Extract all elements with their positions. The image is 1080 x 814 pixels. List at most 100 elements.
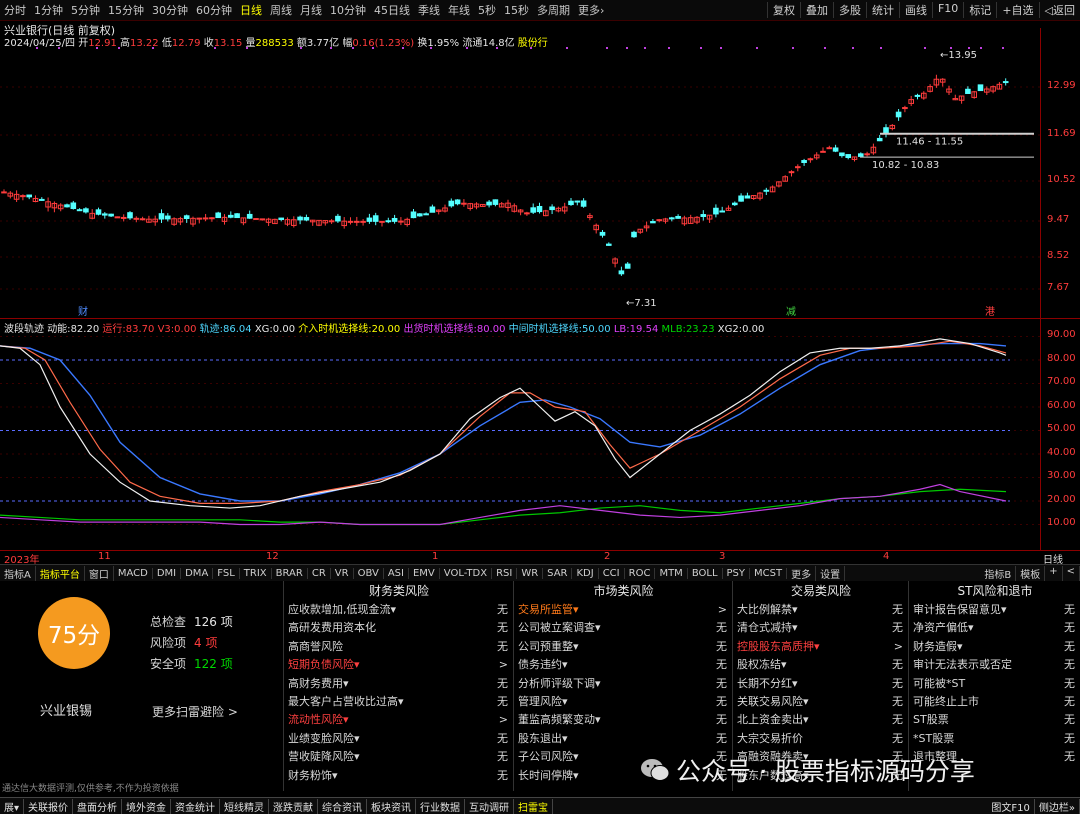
risk-row[interactable]: 管理风险▾ 无 (514, 693, 733, 711)
risk-row[interactable]: 财务造假▾ 无 (909, 638, 1080, 656)
risk-row[interactable]: 高研发费用资本化 无 (284, 619, 514, 637)
risk-row[interactable]: 董监高频繁变动▾ 无 (514, 711, 733, 729)
bottom-right-button[interactable]: 侧边栏» (1035, 798, 1080, 814)
bottom-tab[interactable]: 行业数据 (416, 798, 466, 814)
bottom-tab[interactable]: 境外资金 (122, 798, 172, 814)
indicator-tab[interactable]: FSL (213, 567, 240, 579)
bottom-tab[interactable]: 互动调研 (465, 798, 515, 814)
indicator-tab[interactable]: VR (331, 567, 354, 579)
risk-row[interactable]: 股权冻结▾ 无 (733, 656, 909, 674)
risk-row[interactable]: 大比例解禁▾ 无 (733, 601, 909, 619)
more-scan-link[interactable]: 更多扫雷避险 > (152, 703, 238, 720)
indicator-tab[interactable]: CR (308, 567, 331, 579)
tab-right-button[interactable]: + (1045, 565, 1063, 581)
risk-row[interactable]: 净资产偏低▾ 无 (909, 619, 1080, 637)
risk-row[interactable]: 应收款增加,低现金流▾ 无 (284, 601, 514, 619)
indicator-tab[interactable]: PSY (723, 567, 751, 579)
period-tab[interactable]: 更多› (574, 2, 608, 18)
risk-row[interactable]: 高财务费用▾ 无 (284, 675, 514, 693)
period-tab[interactable]: 15秒 (500, 2, 533, 18)
toolbar-button[interactable]: ◁返回 (1038, 2, 1080, 18)
indicator-tab[interactable]: BOLL (688, 567, 723, 579)
toolbar-button[interactable]: 统计 (865, 2, 899, 18)
risk-row[interactable]: 清仓式减持▾ 无 (733, 619, 909, 637)
toolbar-button[interactable]: 叠加 (799, 2, 833, 18)
indicator-tab[interactable]: RSI (492, 567, 518, 579)
toolbar-button[interactable]: 复权 (766, 2, 800, 18)
risk-row[interactable]: 长期不分红▾ 无 (733, 675, 909, 693)
period-tab[interactable]: 30分钟 (148, 2, 192, 18)
risk-row[interactable]: 北上资金卖出▾ 无 (733, 711, 909, 729)
risk-row[interactable]: 债务违约▾ 无 (514, 656, 733, 674)
toolbar-button[interactable]: +自选 (996, 2, 1038, 18)
bottom-tab[interactable]: 扫雷宝 (514, 798, 554, 814)
risk-row[interactable]: 高商誉风险 无 (284, 638, 514, 656)
period-tab[interactable]: 年线 (444, 2, 474, 18)
risk-row[interactable]: 可能终止上市 无 (909, 693, 1080, 711)
risk-row[interactable]: *ST股票 无 (909, 730, 1080, 748)
risk-row[interactable]: 关联交易风险▾ 无 (733, 693, 909, 711)
period-tab[interactable]: 5分钟 (67, 2, 104, 18)
toolbar-button[interactable]: 画线 (898, 2, 932, 18)
period-tab[interactable]: 1分钟 (30, 2, 67, 18)
period-tab[interactable]: 15分钟 (104, 2, 148, 18)
toolbar-button[interactable]: 标记 (963, 2, 996, 18)
indicator-tab[interactable]: ASI (384, 567, 409, 579)
indicator-chart[interactable] (0, 318, 1040, 551)
period-tab[interactable]: 分时 (0, 2, 30, 18)
hk-marker[interactable]: 港 (985, 306, 995, 318)
indicator-tab[interactable]: TRIX (240, 567, 272, 579)
risk-row[interactable]: 股东退出▾ 无 (514, 730, 733, 748)
reduce-marker[interactable]: 减 (786, 306, 796, 318)
indicator-tab[interactable]: VOL-TDX (440, 567, 493, 579)
indicator-tab[interactable]: WR (517, 567, 544, 579)
bottom-tab[interactable]: 板块资讯 (367, 798, 417, 814)
risk-row[interactable]: 营收陡降风险▾ 无 (284, 748, 514, 766)
risk-row[interactable]: 审计无法表示或否定 无 (909, 656, 1080, 674)
risk-row[interactable]: 交易所监管▾ > (514, 601, 733, 619)
indicator-tab[interactable]: DMI (153, 567, 182, 579)
bottom-tab[interactable]: 短线精灵 (220, 798, 270, 814)
bottom-tab[interactable]: 关联报价 (24, 798, 74, 814)
indicator-tab[interactable]: OBV (354, 567, 384, 579)
indicator-tab[interactable]: EMV (409, 567, 440, 579)
risk-row[interactable]: 流动性风险▾ > (284, 711, 514, 729)
tab-right-button[interactable]: 模板 (1016, 565, 1046, 581)
period-tab[interactable]: 日线 (236, 2, 266, 18)
financial-marker[interactable]: 财 (78, 305, 88, 318)
indicator-tab[interactable]: SAR (543, 567, 573, 579)
risk-row[interactable]: 业绩变脸风险▾ 无 (284, 730, 514, 748)
indicator-tab[interactable]: BRAR (272, 567, 308, 579)
period-tab[interactable]: 多周期 (533, 2, 574, 18)
bottom-tab[interactable]: 盘面分析 (73, 798, 123, 814)
tab-right-button[interactable]: < (1063, 565, 1080, 581)
candlestick-chart[interactable]: 11.46 - 11.55 10.82 - 10.83 ←13.95 ←7.31 财 减 港 (0, 28, 1040, 318)
risk-row[interactable]: 最大客户占营收比过高▾ 无 (284, 693, 514, 711)
risk-row[interactable]: 公司预重整▾ 无 (514, 638, 733, 656)
bottom-tab[interactable]: 资金统计 (171, 798, 221, 814)
period-tab[interactable]: 60分钟 (192, 2, 236, 18)
period-tab[interactable]: 月线 (296, 2, 326, 18)
indicator-tab[interactable]: ROC (625, 567, 656, 579)
indicator-tab[interactable]: 设置 (816, 565, 846, 581)
bottom-right-button[interactable]: 图文F10 (987, 798, 1035, 814)
tab-right-button[interactable]: 指标B (980, 565, 1017, 581)
risk-row[interactable]: 公司被立案调查▾ 无 (514, 619, 733, 637)
indicator-tab[interactable]: CCI (599, 567, 625, 579)
bottom-tab[interactable]: 涨跌贡献 (269, 798, 319, 814)
indicator-tab[interactable]: MACD (114, 567, 153, 579)
risk-row[interactable]: 可能被*ST 无 (909, 675, 1080, 693)
risk-row[interactable]: 短期负债风险▾ > (284, 656, 514, 674)
bottom-tab[interactable]: 展▾ (0, 798, 25, 814)
toolbar-button[interactable]: F10 (931, 2, 963, 18)
period-tab[interactable]: 45日线 (370, 2, 414, 18)
period-tab[interactable]: 季线 (414, 2, 444, 18)
period-tab[interactable]: 周线 (266, 2, 296, 18)
risk-row[interactable]: 审计报告保留意见▾ 无 (909, 601, 1080, 619)
risk-row[interactable]: 大宗交易折价 无 (733, 730, 909, 748)
risk-row[interactable]: 控股股东高质押▾ > (733, 638, 909, 656)
indicator-tab[interactable]: 指标A (0, 565, 36, 581)
period-tab[interactable]: 10分钟 (326, 2, 370, 18)
indicator-tab[interactable]: KDJ (572, 567, 599, 579)
indicator-tab[interactable]: 窗口 (85, 565, 114, 581)
